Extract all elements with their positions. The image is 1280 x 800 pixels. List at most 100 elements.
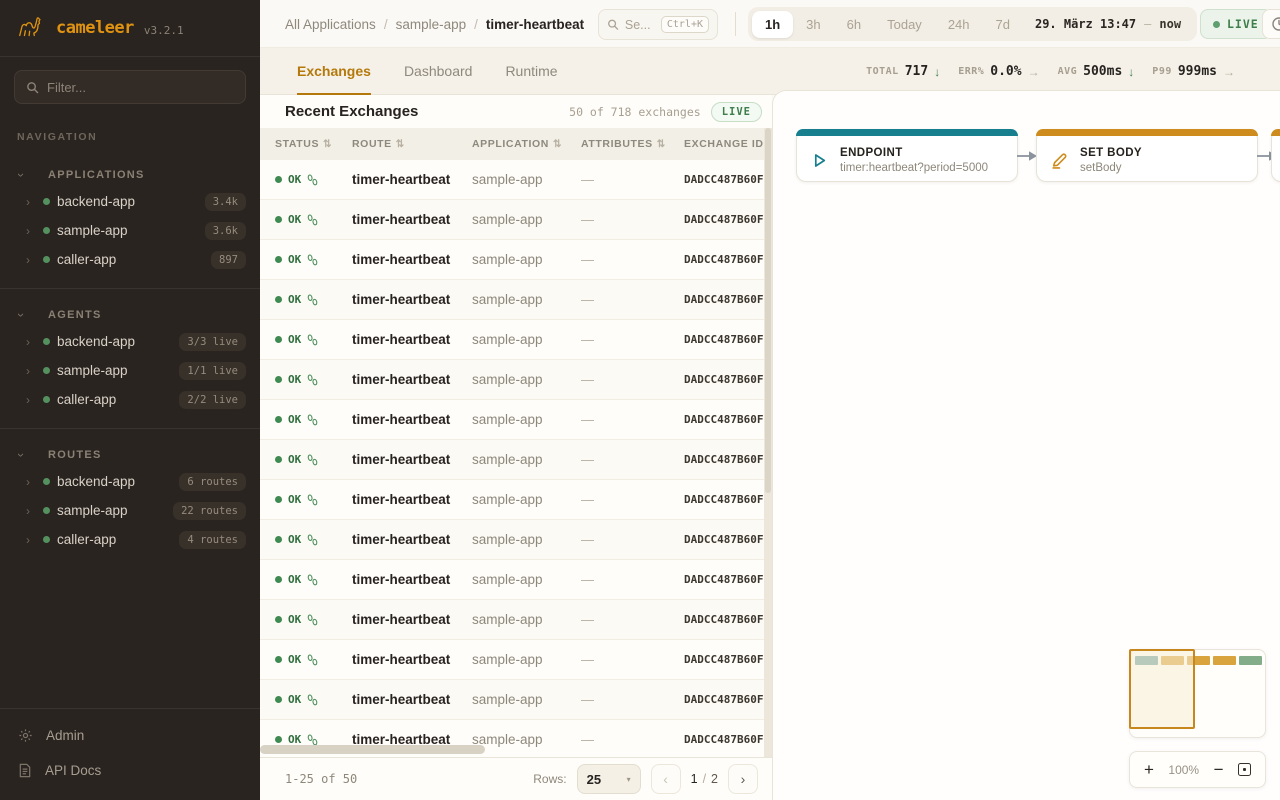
table-row[interactable]: OK timer-heartbeat sample-app — DADCC487… <box>260 680 772 720</box>
sidebar-item-sample-app[interactable]: › sample-app 22 routes <box>0 496 260 525</box>
breadcrumb-item[interactable]: sample-app <box>396 17 467 32</box>
shortcut-badge: Ctrl+K <box>661 16 709 33</box>
stat-value: 999ms <box>1178 64 1217 79</box>
section-header[interactable]: › AGENTS <box>0 303 260 327</box>
play-icon <box>811 152 828 169</box>
time-range-button[interactable]: Today <box>874 11 935 38</box>
sidebar-item-caller-app[interactable]: › caller-app 4 routes <box>0 525 260 554</box>
status-dot-icon <box>275 376 282 383</box>
fit-view-button[interactable] <box>1238 763 1251 776</box>
status-cell: OK <box>275 173 352 186</box>
sidebar-filter[interactable] <box>14 70 246 104</box>
table-row[interactable]: OK timer-heartbeat sample-app — DADCC487… <box>260 440 772 480</box>
exchange-id-cell: DADCC487B60F8 <box>684 573 772 586</box>
sidebar-item-backend-app[interactable]: › backend-app 3/3 live <box>0 327 260 356</box>
table-row[interactable]: OK timer-heartbeat sample-app — DADCC487… <box>260 200 772 240</box>
table-row[interactable]: OK timer-heartbeat sample-app — DADCC487… <box>260 480 772 520</box>
status-cell: OK <box>275 213 352 226</box>
flow-node-setbody[interactable]: SET BODY setBody <box>1036 129 1258 182</box>
status-cell: OK <box>275 573 352 586</box>
time-range-button[interactable]: 24h <box>935 11 983 38</box>
rows-per-page-select[interactable]: 25 ▾ <box>577 764 641 794</box>
status-label: OK <box>288 533 301 546</box>
status-dot-icon <box>275 536 282 543</box>
stats-bar: TOTAL 717 ↓ ERR% 0.0% → AVG 500ms ↓ P99 … <box>866 48 1235 95</box>
search-input[interactable] <box>625 18 655 32</box>
nav-item-badge: 1/1 live <box>179 362 246 380</box>
status-cell: OK <box>275 493 352 506</box>
zoom-out-button[interactable]: − <box>1214 761 1224 778</box>
status-dot-icon <box>275 656 282 663</box>
date-range-display[interactable]: 29. März 13:47 — now <box>1023 17 1193 31</box>
tab-exchanges[interactable]: Exchanges <box>297 48 371 95</box>
route-flow-canvas[interactable]: ENDPOINT timer:heartbeat?period=5000 SET… <box>772 90 1280 800</box>
sidebar-item-sample-app[interactable]: › sample-app 1/1 live <box>0 356 260 385</box>
status-cell: OK <box>275 333 352 346</box>
sidebar-item-caller-app[interactable]: › caller-app 897 <box>0 245 260 274</box>
time-range-button[interactable]: 1h <box>752 11 793 38</box>
sidebar-item-caller-app[interactable]: › caller-app 2/2 live <box>0 385 260 414</box>
table-row[interactable]: OK timer-heartbeat sample-app — DADCC487… <box>260 160 772 200</box>
application-cell: sample-app <box>472 212 581 227</box>
table-row[interactable]: OK timer-heartbeat sample-app — DADCC487… <box>260 640 772 680</box>
flow-node-partial[interactable] <box>1271 129 1280 182</box>
health-dot-icon <box>43 256 50 263</box>
time-range-button[interactable]: 6h <box>834 11 874 38</box>
section-header[interactable]: › ROUTES <box>0 443 260 467</box>
minimap-viewport[interactable] <box>1129 649 1195 729</box>
column-header-route[interactable]: ROUTE ⇅ <box>352 138 472 150</box>
stat: AVG 500ms ↓ <box>1058 64 1135 79</box>
live-toggle[interactable]: LIVE <box>1200 9 1272 39</box>
sidebar-section: › ROUTES › backend-app 6 routes › sample… <box>0 428 260 554</box>
attributes-cell: — <box>581 452 684 467</box>
sidebar-item-admin[interactable]: Admin <box>0 718 260 753</box>
column-header-exchange-id[interactable]: EXCHANGE ID ⇅ <box>684 138 772 150</box>
minimap[interactable] <box>1129 649 1266 738</box>
column-header-application[interactable]: APPLICATION ⇅ <box>472 138 581 150</box>
table-row[interactable]: OK timer-heartbeat sample-app — DADCC487… <box>260 320 772 360</box>
refresh-interval-button[interactable] <box>1262 9 1280 39</box>
nav-item-label: backend-app <box>57 334 135 349</box>
chevron-right-icon: › <box>26 475 38 489</box>
tab-dashboard[interactable]: Dashboard <box>404 48 473 95</box>
steps-icon <box>307 694 318 706</box>
horizontal-scrollbar[interactable] <box>260 745 485 754</box>
tab-runtime[interactable]: Runtime <box>505 48 557 95</box>
table-row[interactable]: OK timer-heartbeat sample-app — DADCC487… <box>260 400 772 440</box>
breadcrumb-item[interactable]: timer-heartbeat <box>486 17 584 32</box>
trend-arrow-icon: → <box>1223 65 1235 79</box>
section-header[interactable]: › APPLICATIONS <box>0 163 260 187</box>
route-cell: timer-heartbeat <box>352 692 472 707</box>
time-range-button[interactable]: 3h <box>793 11 833 38</box>
filter-input[interactable] <box>47 80 234 95</box>
zoom-in-button[interactable]: + <box>1144 761 1154 778</box>
next-page-button[interactable]: › <box>728 764 758 794</box>
application-cell: sample-app <box>472 252 581 267</box>
sidebar-item-sample-app[interactable]: › sample-app 3.6k <box>0 216 260 245</box>
table-row[interactable]: OK timer-heartbeat sample-app — DADCC487… <box>260 280 772 320</box>
global-search[interactable]: Ctrl+K <box>598 9 718 40</box>
column-header-attributes[interactable]: ATTRIBUTES ⇅ <box>581 138 684 150</box>
prev-page-button[interactable]: ‹ <box>651 764 681 794</box>
table-row[interactable]: OK timer-heartbeat sample-app — DADCC487… <box>260 520 772 560</box>
time-range-button[interactable]: 7d <box>983 11 1023 38</box>
steps-icon <box>307 454 318 466</box>
exchange-id-cell: DADCC487B60F8 <box>684 333 772 346</box>
breadcrumb-item[interactable]: All Applications <box>285 17 376 32</box>
sidebar-item-api-docs[interactable]: API Docs <box>0 753 260 788</box>
logo-row[interactable]: cameleer v3.2.1 <box>0 0 260 57</box>
status-label: OK <box>288 613 301 626</box>
table-row[interactable]: OK timer-heartbeat sample-app — DADCC487… <box>260 360 772 400</box>
vertical-scrollbar[interactable] <box>764 128 772 757</box>
table-row[interactable]: OK timer-heartbeat sample-app — DADCC487… <box>260 240 772 280</box>
vertical-scrollbar-thumb[interactable] <box>765 128 771 493</box>
table-row[interactable]: OK timer-heartbeat sample-app — DADCC487… <box>260 560 772 600</box>
column-header-status[interactable]: STATUS ⇅ <box>275 138 352 150</box>
sidebar-item-backend-app[interactable]: › backend-app 6 routes <box>0 467 260 496</box>
trend-arrow-icon: → <box>1028 65 1040 79</box>
attributes-cell: — <box>581 652 684 667</box>
flow-node-endpoint[interactable]: ENDPOINT timer:heartbeat?period=5000 <box>796 129 1018 182</box>
sidebar-item-backend-app[interactable]: › backend-app 3.4k <box>0 187 260 216</box>
table-row[interactable]: OK timer-heartbeat sample-app — DADCC487… <box>260 600 772 640</box>
steps-icon <box>307 254 318 266</box>
